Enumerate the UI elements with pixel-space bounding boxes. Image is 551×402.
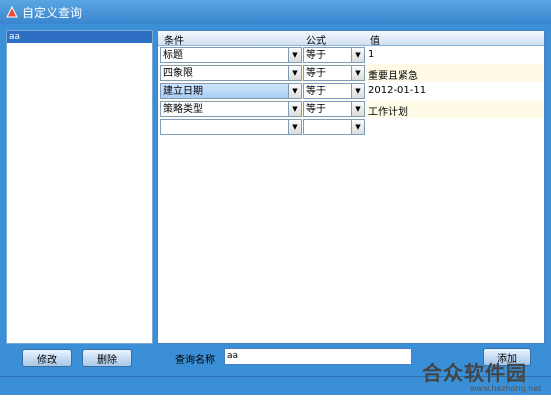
condition-select[interactable]: 建立日期 ▼ [160,83,302,99]
header-value: 值 [370,36,380,47]
header-condition: 条件 [164,36,184,47]
watermark-url: www.hezhong.net [470,384,542,393]
condition-select[interactable]: 标题 ▼ [160,47,302,63]
chevron-down-icon[interactable]: ▼ [288,84,301,98]
chevron-down-icon[interactable]: ▼ [288,48,301,62]
list-item[interactable]: aa [7,31,152,43]
formula-select[interactable]: 等于 ▼ [303,65,365,81]
formula-select[interactable]: 等于 ▼ [303,83,365,99]
table-row: 四象限 ▼ 等于 ▼ 重要且紧急 [158,64,544,82]
chevron-down-icon[interactable]: ▼ [351,84,364,98]
table-row: ▼ ▼ [158,118,544,136]
value-cell[interactable]: 2012-01-11 [368,85,426,96]
table-row: 策略类型 ▼ 等于 ▼ 工作计划 [158,100,544,118]
condition-select[interactable]: 四象限 ▼ [160,65,302,81]
delete-button[interactable]: 删除 [82,349,132,367]
watermark-text: 合众软件园 [422,361,527,385]
saved-query-list[interactable]: aa [6,30,153,344]
app-icon [6,5,18,21]
header-formula: 公式 [306,36,326,47]
edit-button[interactable]: 修改 [22,349,72,367]
chevron-down-icon[interactable]: ▼ [288,102,301,116]
query-name-label: 查询名称 [175,355,215,366]
chevron-down-icon[interactable]: ▼ [351,102,364,116]
grid-header: 条件 公式 值 [158,31,544,47]
value-cell[interactable]: 工作计划 [368,103,408,118]
condition-select[interactable]: 策略类型 ▼ [160,101,302,117]
value-cell[interactable]: 重要且紧急 [368,67,418,82]
formula-select[interactable]: 等于 ▼ [303,47,365,63]
chevron-down-icon[interactable]: ▼ [288,66,301,80]
formula-select[interactable]: ▼ [303,119,365,135]
watermark: 合众软件园 www.hezhong.net [422,357,541,393]
chevron-down-icon[interactable]: ▼ [351,66,364,80]
chevron-down-icon[interactable]: ▼ [351,48,364,62]
query-name-input[interactable]: aa [224,348,412,365]
table-row: 建立日期 ▼ 等于 ▼ 2012-01-11 [158,82,544,100]
condition-select[interactable]: ▼ [160,119,302,135]
formula-select[interactable]: 等于 ▼ [303,101,365,117]
condition-grid: 条件 公式 值 标题 ▼ 等于 ▼ 1 四象限 ▼ 等于 ▼ 重要且紧急 建立日… [157,30,545,344]
value-cell[interactable]: 1 [368,49,374,60]
table-row: 标题 ▼ 等于 ▼ 1 [158,46,544,64]
chevron-down-icon[interactable]: ▼ [351,120,364,134]
window-title: 自定义查询 [22,6,83,20]
chevron-down-icon[interactable]: ▼ [288,120,301,134]
title-bar: 自定义查询 [0,0,551,24]
